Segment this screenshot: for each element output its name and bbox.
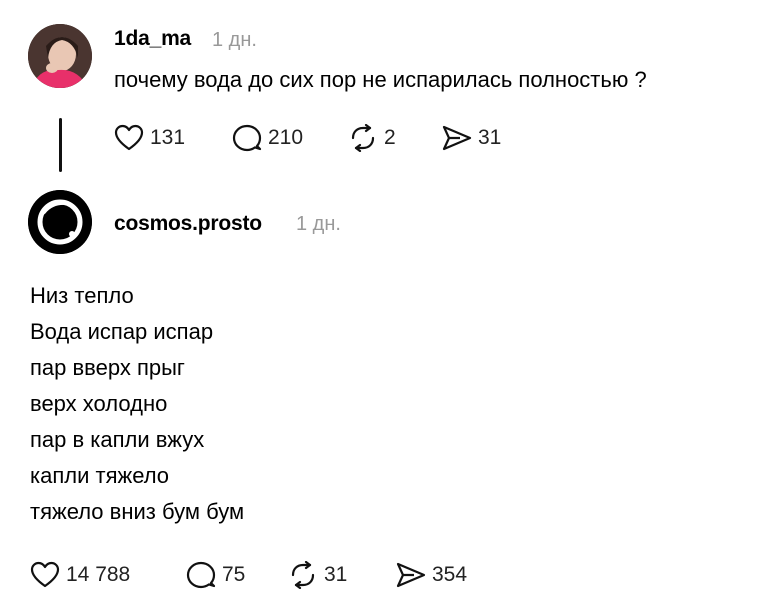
post2-text: Низ тепло Вода испар испар пар вверх пры…: [30, 278, 244, 530]
post2-username[interactable]: cosmos.prosto: [114, 212, 262, 236]
post2-timestamp: 1 дн.: [296, 213, 341, 235]
post2-comment-count: 75: [222, 563, 246, 586]
post1-like-button[interactable]: 131: [114, 124, 185, 152]
post1-comment-count: 210: [268, 126, 304, 149]
post2-line: Низ тепло: [30, 283, 134, 308]
comment-bubble-icon: [186, 561, 216, 589]
repost-icon: [288, 561, 318, 589]
thread-line: [59, 118, 62, 172]
send-icon: [442, 124, 472, 152]
post1-comment-button[interactable]: 210: [232, 124, 303, 152]
post2-repost-button[interactable]: 31: [288, 561, 347, 589]
post1-like-count: 131: [150, 126, 186, 149]
post1-share-count: 31: [478, 126, 502, 149]
post2-comment-button[interactable]: 75: [186, 561, 245, 589]
post2-like-count: 14 788: [66, 563, 131, 586]
post1-username[interactable]: 1da_ma: [114, 27, 191, 51]
post2-line: верх холодно: [30, 391, 168, 416]
post2-share-button[interactable]: 354: [396, 561, 467, 589]
post1-text: почему вода до сих пор не испарилась пол…: [114, 67, 647, 92]
comment-bubble-icon: [232, 124, 262, 152]
post2-line: капли тяжело: [30, 463, 170, 488]
post1-share-button[interactable]: 31: [442, 124, 501, 152]
post1-repost-count: 2: [384, 126, 396, 149]
post2-repost-count: 31: [324, 563, 348, 586]
post1-repost-button[interactable]: 2: [348, 124, 396, 152]
post1-timestamp: 1 дн.: [212, 29, 257, 51]
planet-logo-icon: [28, 190, 92, 254]
heart-icon: [30, 561, 60, 589]
avatar-cosmos.prosto[interactable]: [28, 190, 92, 254]
repost-icon: [348, 124, 378, 152]
post2-like-button[interactable]: 14 788: [30, 561, 130, 589]
post2-line: пар в капли вжух: [30, 427, 205, 452]
post2-share-count: 354: [432, 563, 468, 586]
send-icon: [396, 561, 426, 589]
heart-icon: [114, 124, 144, 152]
avatar-photo: [28, 24, 92, 88]
post2-line: тяжело вниз бум бум: [30, 499, 245, 524]
avatar-1da_ma[interactable]: [28, 24, 92, 88]
post2-line: Вода испар испар: [30, 319, 214, 344]
post2-line: пар вверх прыг: [30, 355, 185, 380]
